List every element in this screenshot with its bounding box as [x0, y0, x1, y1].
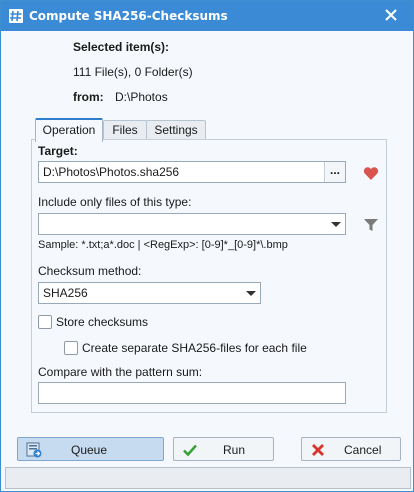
from-path: D:\Photos	[115, 90, 168, 104]
compare-label: Compare with the pattern sum:	[38, 365, 203, 379]
target-label: Target:	[38, 144, 78, 158]
status-bar	[5, 467, 411, 489]
queue-icon	[26, 442, 42, 458]
chevron-down-icon[interactable]	[331, 222, 341, 227]
check-icon	[183, 444, 197, 457]
store-checksums-label[interactable]: Store checksums	[56, 315, 148, 329]
title-bar[interactable]: Compute SHA256-Checksums	[1, 1, 413, 31]
from-label: from:	[73, 90, 104, 104]
chevron-down-icon[interactable]	[246, 291, 256, 296]
dialog-window: Compute SHA256-Checksums Selected item(s…	[0, 0, 414, 492]
filter-icon[interactable]	[363, 217, 379, 233]
separate-files-label[interactable]: Create separate SHA256-files for each fi…	[82, 341, 307, 355]
hash-icon	[9, 9, 23, 23]
method-label: Checksum method:	[38, 264, 142, 278]
tab-operation[interactable]: Operation	[35, 118, 103, 142]
window-title: Compute SHA256-Checksums	[29, 9, 228, 23]
cancel-button-label: Cancel	[344, 443, 382, 457]
queue-button[interactable]: Queue	[17, 437, 164, 461]
checksum-method-value: SHA256	[43, 286, 88, 300]
queue-button-label: Queue	[71, 443, 108, 457]
selected-items-label: Selected item(s):	[73, 40, 170, 54]
include-label: Include only files of this type:	[38, 195, 192, 209]
include-filter-combo[interactable]	[38, 213, 346, 235]
selected-count: 111 File(s), 0 Folder(s)	[73, 65, 193, 79]
cancel-button[interactable]: Cancel	[301, 437, 401, 461]
close-icon[interactable]	[383, 7, 399, 23]
run-button-label: Run	[223, 443, 246, 457]
separate-files-checkbox[interactable]	[64, 341, 78, 355]
tab-settings[interactable]: Settings	[146, 120, 206, 140]
run-button[interactable]: Run	[173, 437, 274, 461]
store-checksums-checkbox[interactable]	[38, 315, 52, 329]
heart-icon[interactable]	[363, 166, 379, 181]
sample-hint: Sample: *.txt;a*.doc | <RegExp>: [0-9]*_…	[38, 239, 288, 251]
target-field[interactable]: D:\Photos\Photos.sha256 ...	[38, 161, 346, 183]
compare-input[interactable]	[38, 382, 346, 404]
target-value: D:\Photos\Photos.sha256	[43, 165, 180, 179]
tab-files[interactable]: Files	[103, 120, 147, 140]
x-icon	[312, 444, 324, 456]
browse-button[interactable]: ...	[324, 162, 345, 182]
checksum-method-select[interactable]: SHA256	[38, 282, 261, 304]
